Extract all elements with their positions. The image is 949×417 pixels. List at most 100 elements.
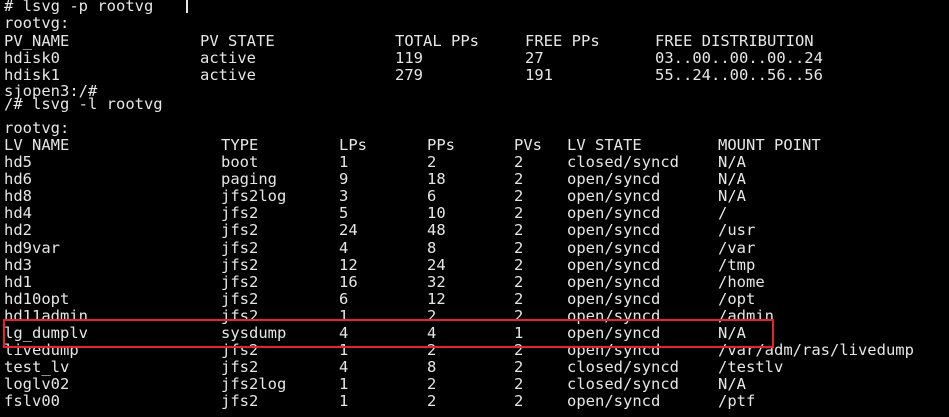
pv-header-total: TOTAL PPs <box>395 32 479 50</box>
lv-lps: 12 <box>339 255 358 274</box>
pv-free: 27 <box>525 49 544 67</box>
lv-pvs: 2 <box>514 289 524 308</box>
vg-label-text: rootvg: <box>4 14 70 32</box>
lv-pps: 10 <box>427 204 446 223</box>
lv-mount: /var <box>718 238 756 257</box>
lv-mount: N/A <box>718 170 746 189</box>
lv-mount: /opt <box>718 289 756 308</box>
command-text: /# lsvg -l rootvg <box>4 95 163 113</box>
lv-type: jfs2 <box>221 255 259 274</box>
lv-type: jfs2log <box>221 375 287 394</box>
lv-lps: 4 <box>339 238 349 257</box>
lv-state: open/syncd <box>567 255 661 274</box>
lv-name: hd3 <box>4 255 32 274</box>
pv-header-distribution: FREE DISTRIBUTION <box>655 32 814 50</box>
lv-pvs: 2 <box>514 221 524 240</box>
lv-lps: 6 <box>339 289 349 308</box>
lv-type: jfs2 <box>221 272 259 291</box>
lv-header-type: TYPE <box>221 136 259 154</box>
terminal-window[interactable]: # lsvg -p rootvg rootvg: PV_NAME PV STAT… <box>0 0 949 417</box>
pv-state: active <box>200 66 256 84</box>
lv-pvs: 2 <box>514 238 524 257</box>
pv-header-free: FREE PPs <box>525 32 600 50</box>
lv-pvs: 2 <box>514 392 524 411</box>
lv-lps: 4 <box>339 358 349 377</box>
lv-lps: 16 <box>339 272 358 291</box>
lv-header-mount: MOUNT POINT <box>718 136 821 154</box>
lv-name: hd9var <box>4 238 60 257</box>
pv-table-header: PV_NAME PV STATE TOTAL PPs FREE PPs FREE… <box>4 33 814 50</box>
pv-header-name: PV_NAME <box>4 32 70 50</box>
lv-type: jfs2log <box>221 187 287 206</box>
lv-header-lps: LPs <box>339 136 367 154</box>
lv-pps: 24 <box>427 255 446 274</box>
lv-lps: 1 <box>339 153 349 171</box>
lv-state: open/syncd <box>567 392 661 411</box>
lv-lps: 3 <box>339 187 349 206</box>
lv-pvs: 2 <box>514 375 524 394</box>
lv-state: closed/syncd <box>567 375 679 394</box>
command-text: # lsvg -p rootvg <box>4 0 154 15</box>
pv-distribution: 55..24..00..56..56 <box>655 66 823 84</box>
lv-pvs: 2 <box>514 358 524 377</box>
lv-state: open/syncd <box>567 289 661 308</box>
lv-name: hd5 <box>4 153 32 171</box>
pv-total: 119 <box>395 49 423 67</box>
lv-state: open/syncd <box>567 204 661 223</box>
lv-lps: 24 <box>339 221 358 240</box>
lv-mount: /home <box>718 272 765 291</box>
lv-lps: 1 <box>339 392 349 411</box>
pv-row-hdisk0: hdisk0 active 119 27 03..00..00..00..24 <box>4 50 823 67</box>
highlight-box <box>3 319 774 348</box>
lv-mount: /ptf <box>718 392 756 411</box>
lv-pvs: 2 <box>514 255 524 274</box>
command-line-lsvg-p: # lsvg -p rootvg <box>4 0 188 15</box>
pv-state: active <box>200 49 256 67</box>
lv-pvs: 2 <box>514 170 524 189</box>
lv-name: hd1 <box>4 272 32 291</box>
pv-distribution: 03..00..00..00..24 <box>655 49 823 67</box>
lv-name: fslv00 <box>4 392 60 411</box>
lv-lps: 1 <box>339 375 349 394</box>
lv-type: jfs2 <box>221 204 259 223</box>
lv-header-name: LV NAME <box>4 136 70 154</box>
lv-name: hd6 <box>4 170 32 189</box>
lv-mount: /testlv <box>718 358 784 377</box>
lv-pps: 12 <box>427 289 446 308</box>
lv-pps: 48 <box>427 221 446 240</box>
lv-state: open/syncd <box>567 170 661 189</box>
pv-total: 279 <box>395 66 423 84</box>
lv-state: open/syncd <box>567 238 661 257</box>
lv-pps: 2 <box>427 375 437 394</box>
lv-type: jfs2 <box>221 358 259 377</box>
lv-state: closed/syncd <box>567 358 679 377</box>
lv-name: loglv02 <box>4 375 70 394</box>
lv-header-state: LV STATE <box>567 136 642 154</box>
lv-type: jfs2 <box>221 221 259 240</box>
lv-state: open/syncd <box>567 221 661 240</box>
lv-lps: 5 <box>339 204 349 223</box>
lv-pvs: 2 <box>514 153 524 171</box>
volume-group-label: rootvg: <box>4 15 69 32</box>
lv-pps: 8 <box>427 358 437 377</box>
lv-pvs: 2 <box>514 187 524 206</box>
lv-mount: /usr <box>718 221 756 240</box>
lv-name: hd4 <box>4 204 32 223</box>
text-cursor <box>186 0 188 13</box>
lv-pps: 32 <box>427 272 446 291</box>
pv-name: hdisk0 <box>4 49 60 67</box>
lv-mount: N/A <box>718 153 746 171</box>
lv-header-pvs: PVs <box>514 136 542 154</box>
lv-name: hd10opt <box>4 289 70 308</box>
lv-pps: 6 <box>427 187 437 206</box>
lv-state: closed/syncd <box>567 153 679 171</box>
lv-state: open/syncd <box>567 272 661 291</box>
lv-name: hd2 <box>4 221 32 240</box>
lv-type: paging <box>221 170 277 189</box>
volume-group-label: rootvg: <box>4 120 69 137</box>
vg-label-text: rootvg: <box>4 119 70 137</box>
pv-header-state: PV STATE <box>200 32 275 50</box>
lv-table-header: LV NAME TYPE LPs PPs PVs LV STATE MOUNT … <box>4 137 821 154</box>
lv-mount: /tmp <box>718 255 756 274</box>
lv-type: jfs2 <box>221 238 259 257</box>
